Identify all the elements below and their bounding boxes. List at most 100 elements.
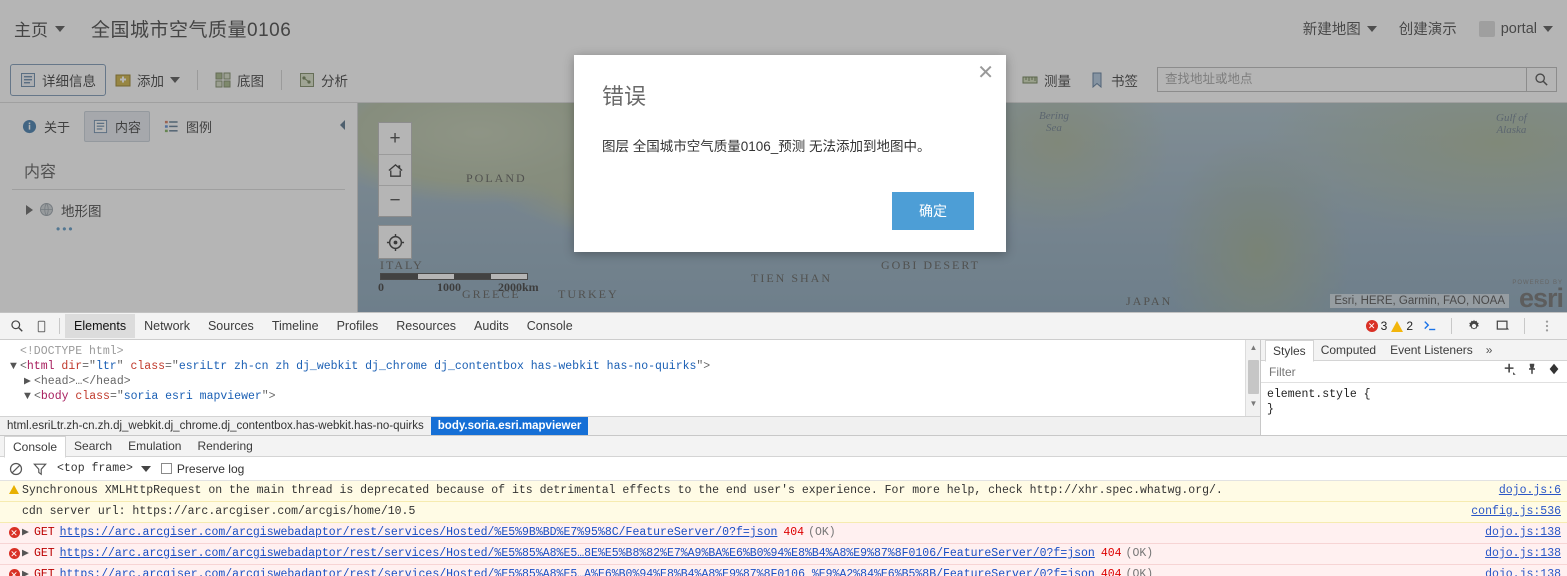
- inspect-element-icon[interactable]: [4, 314, 29, 339]
- error-icon: ✕: [8, 548, 20, 559]
- console-message-text: ▶ GET https://arc.arcgiser.com/arcgiswebad…: [22, 567, 1475, 576]
- devtools-panel: Elements Network Sources Timeline Profiles Re…: [0, 312, 1567, 576]
- styles-tabs: Styles Computed Event Listeners»: [1261, 339, 1567, 362]
- checkbox-box: [160, 463, 172, 474]
- confirm-button[interactable]: 确定: [892, 192, 974, 230]
- devtools-main: <!DOCTYPE html> ▼ <html dir="ltr" class="…: [0, 339, 1567, 436]
- error-count: 3: [1380, 319, 1388, 333]
- console-message: ✕ ▶ GET https://arc.arcgiser.com/arcgisweba…: [0, 565, 1567, 576]
- console-drawer-icon[interactable]: [1417, 314, 1442, 339]
- new-style-rule-icon[interactable]: [1503, 362, 1517, 381]
- devtools-tab-console[interactable]: Console: [518, 314, 582, 338]
- expand-toggle[interactable]: ▶: [24, 374, 34, 389]
- console-message-source[interactable]: dojo.js:138: [1475, 567, 1561, 576]
- styles-filter-actions: [1503, 362, 1561, 381]
- status-text: (OK): [808, 526, 836, 539]
- console-message-source[interactable]: config.js:536: [1461, 504, 1561, 520]
- chevron-down-icon: [140, 465, 151, 472]
- request-url[interactable]: https://arc.arcgiser.com/arcgiswebadapto…: [60, 526, 778, 539]
- console-message-text: ▶ GET https://arc.arcgiser.com/arcgiswebad…: [22, 546, 1475, 562]
- devtools-tab-resources[interactable]: Resources: [387, 314, 465, 338]
- console-toolbar: <top frame> Preserve log: [0, 457, 1567, 481]
- styles-tab-event-listeners[interactable]: Event Listeners: [1383, 340, 1480, 360]
- error-icon: ✕: [8, 527, 20, 538]
- scroll-down-arrow[interactable]: ▼: [1246, 396, 1260, 410]
- console-message-text: Synchronous XMLHttpRequest on the main t…: [22, 484, 1223, 497]
- devtools-tab-profiles[interactable]: Profiles: [328, 314, 388, 338]
- styles-filter-input[interactable]: [1267, 363, 1503, 380]
- filter-icon[interactable]: [33, 462, 47, 476]
- breadcrumb-item[interactable]: html.esriLtr.zh-cn.zh.dj_webkit.dj_chrom…: [0, 417, 431, 435]
- html-attr-dir: dir: [61, 360, 83, 373]
- expand-toggle[interactable]: ▶: [22, 526, 34, 539]
- console-message-source[interactable]: dojo.js:138: [1475, 525, 1561, 541]
- dock-side-icon[interactable]: [1490, 314, 1515, 339]
- request-url[interactable]: https://arc.arcgiser.com/arcgiswebadapto…: [60, 547, 1095, 560]
- head-text: <head>…</head>: [34, 375, 131, 388]
- dialog-footer: 确定: [892, 192, 974, 230]
- status-code: 404: [1100, 547, 1122, 560]
- status-text: (OK): [1125, 568, 1154, 576]
- toolbar-divider: [1451, 318, 1452, 334]
- breadcrumb: html.esriLtr.zh-cn.zh.dj_webkit.dj_chrom…: [0, 416, 1260, 435]
- more-options-icon[interactable]: [1534, 314, 1559, 339]
- arcgis-map-viewer-app: 主页 全国城市空气质量0106 新建地图 创建演示 portal 详细信息 添加: [0, 0, 1567, 312]
- devtools-toolbar-right: ✕ 3 2: [1365, 314, 1563, 339]
- html-attr-class: class: [130, 360, 165, 373]
- dom-node-body[interactable]: ▼ <body class="soria esri mapviewer">: [6, 389, 1260, 404]
- close-icon[interactable]: ✕: [977, 63, 994, 83]
- warning-icon: [1391, 320, 1404, 332]
- devtools-tab-audits[interactable]: Audits: [465, 314, 518, 338]
- body-tag-name: body: [40, 390, 69, 403]
- toolbar-divider: [59, 318, 60, 334]
- clear-console-icon[interactable]: [9, 462, 23, 476]
- status-code: 404: [783, 526, 805, 539]
- dom-tree: <!DOCTYPE html> ▼ <html dir="ltr" class="…: [0, 340, 1260, 404]
- preserve-log-label: Preserve log: [176, 461, 245, 476]
- device-toolbar-icon[interactable]: [29, 314, 54, 339]
- breadcrumb-item[interactable]: body.soria.esri.mapviewer: [430, 417, 589, 435]
- devtools-tab-network[interactable]: Network: [135, 314, 199, 338]
- scrollbar-thumb[interactable]: [1248, 360, 1259, 394]
- expand-toggle[interactable]: ▼: [24, 389, 34, 404]
- request-method: GET: [33, 547, 55, 560]
- drawer-tab-emulation[interactable]: Emulation: [120, 436, 189, 456]
- preserve-log-checkbox[interactable]: Preserve log: [160, 461, 245, 476]
- error-icon: ✕: [6, 567, 22, 576]
- devtools-tab-elements[interactable]: Elements: [65, 314, 136, 338]
- drawer-tab-console[interactable]: Console: [4, 435, 67, 458]
- drawer-tab-rendering[interactable]: Rendering: [189, 436, 260, 456]
- dom-node-head[interactable]: ▶ <head>…</head>: [6, 374, 1260, 389]
- scroll-up-arrow[interactable]: ▲: [1246, 340, 1260, 354]
- devtools-tab-sources[interactable]: Sources: [199, 314, 263, 338]
- expand-toggle[interactable]: ▼: [10, 359, 20, 374]
- devtools-tab-timeline[interactable]: Timeline: [263, 314, 328, 338]
- devtools-tabs: Elements Network Sources Timeline Profiles Re…: [65, 314, 582, 338]
- dom-node-html[interactable]: ▼ <html dir="ltr" class="esriLtr zh-cn zh…: [6, 359, 1260, 374]
- console-message: ✕ ▶ GET https://arc.arcgiser.com/arcgisweba…: [0, 544, 1567, 565]
- drawer-tab-search[interactable]: Search: [66, 436, 120, 456]
- drawer-tabs: Console Search Emulation Rendering: [0, 435, 1567, 458]
- execution-context-selector[interactable]: <top frame>: [57, 462, 151, 475]
- console-message-source[interactable]: dojo.js:138: [1475, 546, 1561, 562]
- styles-more-tabs-icon[interactable]: »: [1480, 343, 1499, 357]
- console-message-source[interactable]: dojo.js:6: [1489, 483, 1561, 499]
- pin-icon[interactable]: [1526, 362, 1538, 381]
- html-tag-name: html: [26, 360, 55, 373]
- dom-doctype: <!DOCTYPE html>: [6, 344, 1260, 359]
- expand-toggle[interactable]: ▶: [22, 547, 34, 560]
- gear-icon[interactable]: [1461, 314, 1486, 339]
- expand-toggle[interactable]: ▶: [22, 568, 34, 576]
- element-style-rule-close: }: [1267, 403, 1274, 416]
- styles-filter-row: [1261, 361, 1567, 383]
- request-url[interactable]: https://arc.arcgiser.com/arcgiswebadapto…: [60, 568, 1095, 576]
- styles-tab-styles[interactable]: Styles: [1265, 339, 1314, 362]
- styles-panel: StylesComputedEvent Listeners» element.s…: [1260, 339, 1567, 435]
- message-icon: [6, 504, 22, 506]
- console-drawer: Console Search Emulation Rendering <top fra…: [0, 435, 1567, 576]
- console-message-text: ▶ GET https://arc.arcgiser.com/arcgiswebad…: [22, 525, 1475, 541]
- warning-count-badge[interactable]: 2: [1391, 319, 1413, 333]
- color-toggle-icon[interactable]: [1547, 362, 1561, 381]
- error-count-badge[interactable]: ✕ 3: [1365, 319, 1388, 333]
- styles-tab-computed[interactable]: Computed: [1314, 340, 1383, 360]
